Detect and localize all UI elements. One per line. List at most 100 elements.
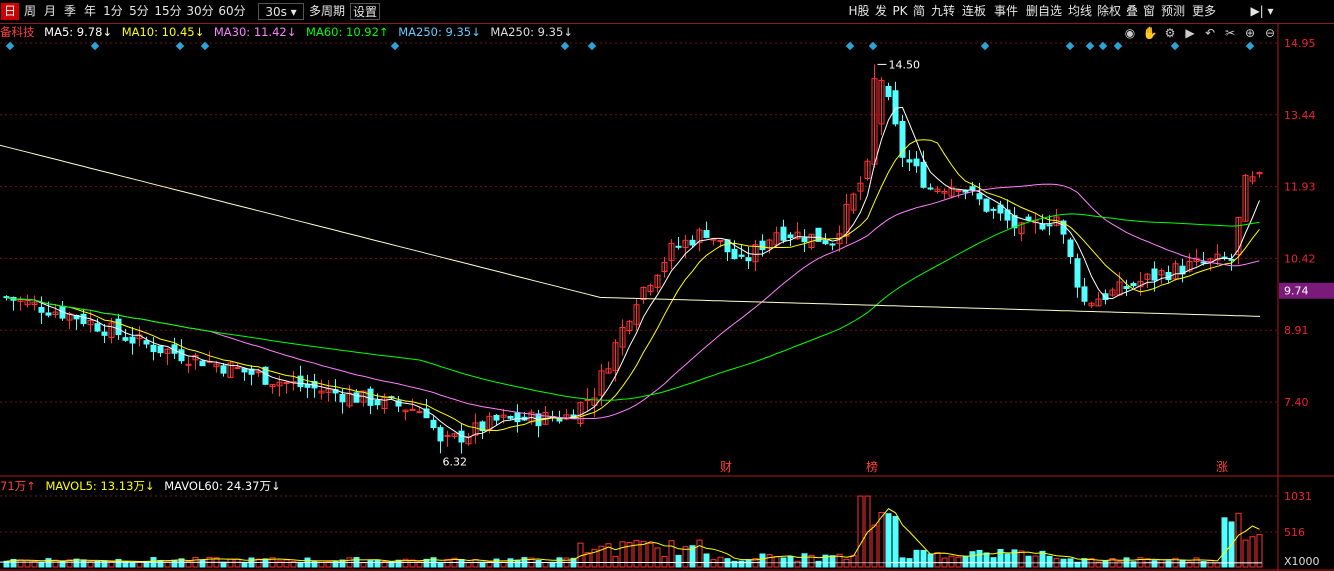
candle-body	[507, 415, 514, 419]
toolbar-right-0[interactable]: H股	[847, 3, 871, 20]
toolbar-right-12[interactable]: 预测	[1159, 3, 1187, 20]
candlestick-chart[interactable]: 14.95 13.44 11.93 10.42 8.91 7.40 9.74 14.50 6.3…	[0, 24, 1334, 477]
toolbar-right-6[interactable]: 事件	[991, 3, 1021, 20]
candle-body	[1200, 261, 1207, 264]
period-0[interactable]: 日	[1, 3, 19, 20]
volume-bar	[234, 558, 241, 568]
zoom-in-icon[interactable]: ⊕	[1240, 26, 1260, 40]
period-8[interactable]: 30分	[185, 3, 215, 20]
candle-body	[829, 243, 836, 246]
event-diamond-icon	[845, 41, 855, 51]
candles-group	[3, 64, 1263, 454]
candle-body	[178, 349, 185, 362]
scissors-icon[interactable]: ✂	[1220, 26, 1240, 40]
play-icon[interactable]: ▶	[1180, 26, 1200, 40]
volume-bar	[1046, 555, 1053, 568]
period-6[interactable]: 5分	[127, 3, 151, 20]
volume-bar	[640, 540, 647, 568]
candle-body	[1081, 286, 1088, 302]
period-select[interactable]: 30s ▾	[258, 3, 304, 20]
period-4[interactable]: 年	[81, 3, 99, 20]
volume-bar	[318, 560, 325, 568]
toolbar-right-2[interactable]: PK	[891, 3, 909, 20]
ma30-line	[6, 183, 1260, 420]
ma5-label: MA5: 9.78↓	[44, 25, 113, 39]
volume-bar	[885, 513, 892, 568]
volume-bar	[759, 553, 766, 568]
event-marker-1: 榜	[866, 459, 878, 474]
toolbar-right-13[interactable]: 更多	[1190, 3, 1218, 20]
zoom-out-icon[interactable]: ⊖	[1260, 26, 1280, 40]
low-label: 6.32	[443, 455, 468, 468]
volume-bar	[1256, 534, 1263, 568]
ma250-line	[0, 144, 1261, 317]
volume-bar	[955, 556, 962, 568]
volume-bar	[514, 559, 521, 568]
price-tick-2: 11.93	[1284, 181, 1316, 194]
candle-body	[1151, 268, 1158, 281]
period-9[interactable]: 60分	[217, 3, 247, 20]
volume-bar	[129, 562, 136, 568]
period-1[interactable]: 周	[21, 3, 39, 20]
event-diamond-icon	[200, 41, 210, 51]
candle-body	[710, 238, 717, 241]
volume-bar	[976, 549, 983, 568]
toolbar-right-8[interactable]: 均线	[1067, 3, 1093, 20]
undo-icon[interactable]: ↶	[1200, 26, 1220, 40]
candle-body	[129, 336, 136, 344]
ma5-line	[6, 106, 1260, 439]
toolbar-right-9[interactable]: 除权	[1096, 3, 1122, 20]
candle-body	[927, 187, 934, 190]
volume-bar	[619, 541, 626, 568]
volume-bar	[283, 559, 290, 568]
volume-bar	[535, 559, 542, 568]
volume-bar	[1018, 550, 1025, 568]
eye-icon[interactable]: ◉	[1120, 26, 1140, 40]
volume-bar	[1179, 559, 1186, 568]
candle-body	[255, 371, 262, 374]
toolbar-right-7[interactable]: 删自选	[1024, 3, 1064, 20]
candle-body	[745, 257, 752, 262]
mavol5-line	[6, 508, 1260, 562]
toolbar-right-3[interactable]: 简	[912, 3, 926, 20]
candle-body	[976, 193, 983, 200]
candle-body	[675, 245, 682, 248]
volume-bar	[983, 552, 990, 568]
period-3[interactable]: 季	[61, 3, 79, 20]
candle-body	[241, 368, 248, 373]
multi-period-button[interactable]: 多周期	[306, 3, 348, 20]
candle-body	[157, 345, 164, 354]
volume-bar	[745, 559, 752, 568]
toolbar-right-11[interactable]: 窗	[1142, 3, 1156, 20]
period-7[interactable]: 15分	[153, 3, 183, 20]
settings-icon[interactable]: ⚙	[1160, 26, 1180, 40]
candle-body	[892, 90, 899, 125]
candle-body	[199, 360, 206, 367]
toolbar-right-1[interactable]: 发	[874, 3, 888, 20]
volume-bar	[1165, 560, 1172, 568]
hand-icon[interactable]: ✋	[1140, 26, 1160, 40]
volume-bar	[437, 561, 444, 568]
ma250b-label: MA250: 9.35↓	[490, 25, 573, 39]
price-tick-0: 14.95	[1284, 37, 1316, 50]
more-arrow-icon[interactable]: ▶| ▾	[1248, 3, 1276, 20]
candle-body	[906, 159, 913, 163]
volume-bar	[220, 561, 227, 568]
candle-body	[1102, 293, 1109, 301]
period-5[interactable]: 1分	[101, 3, 125, 20]
volume-bar	[1207, 559, 1214, 568]
ma30-label: MA30: 11.42↓	[213, 25, 297, 39]
volume-bar	[45, 558, 52, 568]
candle-body	[1130, 283, 1137, 287]
period-2[interactable]: 月	[41, 3, 59, 20]
vol-label: 71万↑	[0, 479, 36, 493]
settings-button[interactable]: 设置	[350, 3, 380, 20]
candle-body	[689, 239, 696, 246]
candle-body	[717, 239, 724, 242]
toolbar-right-5[interactable]: 连板	[960, 3, 988, 20]
event-diamond-icon	[1245, 41, 1255, 51]
candle-body	[1228, 258, 1235, 261]
candle-body	[955, 189, 962, 192]
toolbar-right-4[interactable]: 九转	[929, 3, 957, 20]
toolbar-right-10[interactable]: 叠	[1125, 3, 1139, 20]
